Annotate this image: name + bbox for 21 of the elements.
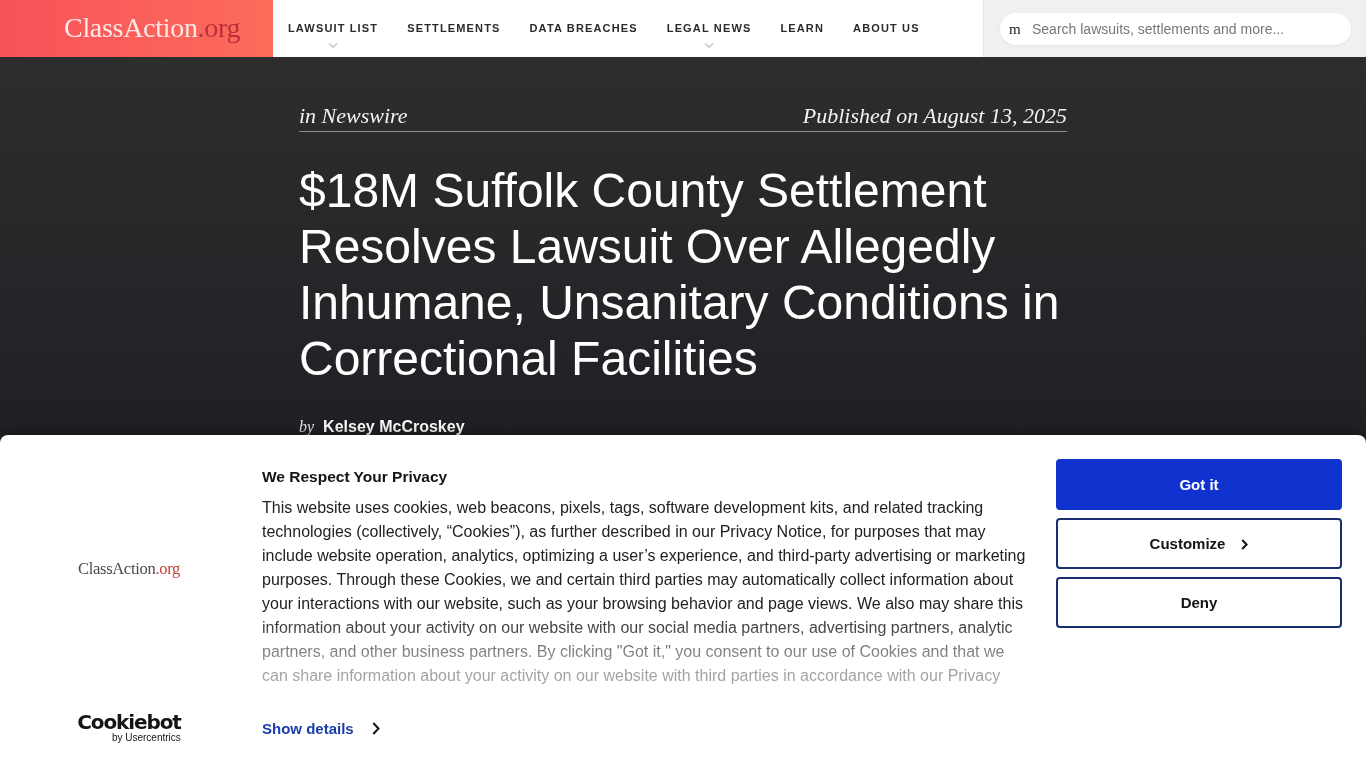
nav-link[interactable]: SETTLEMENTS	[398, 0, 510, 57]
cookiebot-logo: Cookiebot by Usercentrics	[77, 713, 181, 743]
nav-link[interactable]: ABOUT US	[844, 0, 929, 57]
category-link[interactable]: in Newswire	[299, 104, 408, 128]
consent-button[interactable]: Deny	[1056, 577, 1342, 628]
privacy-title: We Respect Your Privacy	[262, 467, 449, 487]
consent-button[interactable]: Customize	[1056, 518, 1342, 569]
publish-date: Published on August 13, 2025	[802, 104, 1067, 128]
consent-button[interactable]: Got it	[1056, 459, 1342, 510]
nav-link[interactable]: DATA BREACHES	[520, 0, 647, 57]
byline-prefix: by	[299, 417, 315, 437]
article-title: $18M Suffolk County Settlement Resolves Lawsuit Over Allegedly Inhumane, Unsanitary Conditions in Correctional Facilities	[299, 163, 1061, 387]
banner-logo: ClassAction.org	[78, 559, 180, 579]
author-link[interactable]: Kelsey McCroskey	[323, 417, 465, 437]
chevron-right-icon	[371, 721, 380, 735]
privacy-text: This website uses cookies, web beacons, pixels, tags, software development kits, and related tracking technologies (collectively, “Cookies”), as further described in our Privacy Notice, for purposes that may include website operation, analytics, optimizing a user’s experience, and third-party advertising or marketing purposes. Through these Cookies, we and certain third parties may automatically collect information about your interactions with our website, such as your browsing behavior and page views. We also may share this information about your activity on our website with our social media partners, advertising partners, analytic partners, and other business partners. By clicking "Got it," you consent to our use of Cookies and that we can share information about your activity on our website with third parties in accordance with our Privacy	[262, 498, 1027, 686]
nav-link[interactable]: LEGAL NEWS	[657, 0, 761, 57]
nav-link[interactable]: LAWSUIT LIST	[279, 0, 388, 57]
search-icon: m	[1009, 21, 1021, 37]
show-details-link[interactable]: Show details	[262, 719, 380, 737]
nav-link[interactable]: LEARN	[771, 0, 834, 57]
